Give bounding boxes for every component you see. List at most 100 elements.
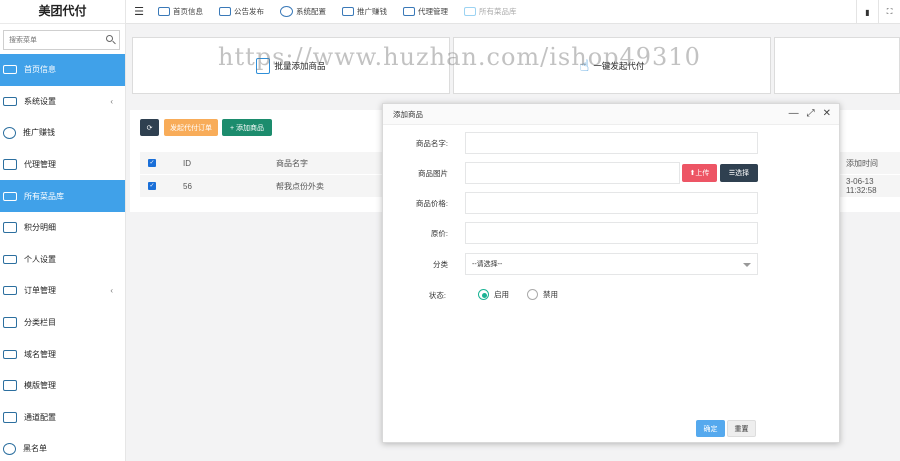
- blacklist-icon: [3, 442, 16, 455]
- batch-order-button[interactable]: 发起代付订单: [164, 119, 218, 136]
- image-label: 商品图片: [418, 169, 448, 178]
- upload-button[interactable]: ⬆上传: [682, 164, 717, 182]
- cell-id: 56: [183, 181, 192, 191]
- tab-label: 推广赚钱: [357, 7, 387, 16]
- cell-time: 3-06-13 11:32:58: [846, 177, 877, 195]
- tab-label: 所有菜品库: [479, 7, 517, 16]
- sidebar-item-label: 所有菜品库: [24, 191, 64, 201]
- status-disabled-label: 禁用: [543, 290, 558, 299]
- sidebar-item-label: 分类栏目: [24, 318, 56, 328]
- tab-label: 系统配置: [296, 7, 326, 16]
- sidebar-item-categories[interactable]: 分类栏目: [0, 307, 125, 339]
- tab-label: 公告发布: [234, 7, 264, 16]
- chevron-left-icon: ‹: [110, 286, 113, 296]
- close-icon[interactable]: ✕: [823, 108, 831, 120]
- database-icon: [3, 191, 17, 201]
- sidebar-item-points[interactable]: 积分明细: [0, 212, 125, 244]
- share-icon: [3, 126, 16, 139]
- trash-icon[interactable]: ▮: [856, 0, 878, 24]
- tab-home[interactable]: 首页信息: [152, 0, 213, 24]
- cell-name: 帮我点份外卖: [276, 181, 324, 191]
- sidebar-item-dish-library[interactable]: 所有菜品库: [0, 180, 125, 212]
- sidebar-item-templates[interactable]: 模版管理: [0, 370, 125, 402]
- profile-card-icon: [3, 254, 17, 264]
- sidebar-item-domains[interactable]: 域名管理: [0, 338, 125, 370]
- sidebar-item-profile[interactable]: 个人设置: [0, 244, 125, 276]
- sidebar-menu: 首页信息 系统设置 ‹ 推广赚钱 代理管理 所有菜品库 积分明细 个人设置 订单…: [0, 54, 125, 461]
- dialog-title: 添加商品: [393, 109, 423, 119]
- watermark-text: https://www.huzhan.com/ishop49310: [218, 43, 701, 71]
- sidebar-item-label: 个人设置: [24, 254, 56, 264]
- tab-announcement[interactable]: 公告发布: [213, 0, 274, 24]
- domain-icon: [3, 349, 17, 359]
- column-time[interactable]: 添加时间: [846, 158, 878, 169]
- sidebar-item-label: 积分明细: [24, 223, 56, 233]
- status-disabled-radio[interactable]: [527, 289, 538, 300]
- original-price-label: 原价:: [430, 229, 448, 238]
- price-label: 商品价格:: [415, 199, 448, 208]
- tab-promotion[interactable]: 推广赚钱: [336, 0, 397, 24]
- field-row-name: 商品名字:: [383, 132, 841, 154]
- sidebar-item-home[interactable]: 首页信息: [0, 54, 125, 86]
- confirm-button[interactable]: 确定: [696, 420, 725, 437]
- menu-search-input[interactable]: [4, 31, 119, 49]
- status-enabled-radio[interactable]: [478, 289, 489, 300]
- tab-label: 首页信息: [173, 7, 203, 16]
- column-id[interactable]: ID: [183, 159, 191, 168]
- reset-button[interactable]: 重置: [727, 420, 756, 437]
- sidebar-item-label: 推广赚钱: [23, 128, 55, 138]
- sidebar-item-label: 代理管理: [24, 160, 56, 170]
- tab-system-config[interactable]: 系统配置: [274, 0, 336, 24]
- dialog-header: 添加商品 — ⤢ ✕: [383, 104, 839, 125]
- sidebar-item-label: 黑名单: [23, 444, 47, 454]
- chevron-left-icon: ‹: [110, 96, 113, 106]
- name-label: 商品名字:: [415, 139, 448, 148]
- settings-panel-icon: [3, 96, 17, 106]
- extra-card[interactable]: [774, 37, 900, 94]
- sidebar-item-agents[interactable]: 代理管理: [0, 149, 125, 181]
- sidebar-item-label: 模版管理: [24, 381, 56, 391]
- brand-title: 美团代付: [0, 0, 125, 24]
- search-icon[interactable]: [106, 35, 113, 42]
- sidebar-item-label: 订单管理: [24, 286, 56, 296]
- template-icon: [3, 380, 17, 392]
- sidebar-item-channels[interactable]: 通道配置: [0, 402, 125, 434]
- original-price-input[interactable]: [465, 222, 758, 244]
- status-enabled-label: 启用: [494, 290, 509, 299]
- chevron-down-icon: [743, 263, 751, 267]
- sort-icon: [3, 317, 17, 329]
- category-label: 分类: [433, 260, 448, 269]
- add-goods-button[interactable]: + 添加商品: [222, 119, 272, 136]
- field-row-price: 商品价格:: [383, 192, 841, 214]
- column-name[interactable]: 商品名字: [276, 158, 308, 169]
- field-row-original-price: 原价:: [383, 222, 841, 244]
- refresh-button[interactable]: ⟳: [140, 119, 159, 136]
- monitor-icon: [3, 65, 17, 75]
- category-selected-value: --请选择--: [472, 261, 503, 268]
- menu-search: [3, 30, 120, 50]
- tab-dish-library[interactable]: 所有菜品库: [458, 0, 527, 24]
- sidebar-item-system-settings[interactable]: 系统设置 ‹: [0, 86, 125, 118]
- megaphone-icon: [219, 7, 231, 16]
- price-input[interactable]: [465, 192, 758, 214]
- fullscreen-icon[interactable]: ⛶: [878, 0, 900, 24]
- row-checkbox[interactable]: ✓: [148, 182, 156, 190]
- sidebar-item-orders[interactable]: 订单管理 ‹: [0, 275, 125, 307]
- select-all-checkbox[interactable]: ✓: [148, 159, 156, 167]
- sidebar-item-label: 系统设置: [24, 96, 56, 106]
- maximize-icon[interactable]: ⤢: [807, 108, 815, 120]
- name-input[interactable]: [465, 132, 758, 154]
- tab-agents[interactable]: 代理管理: [397, 0, 458, 24]
- choose-button[interactable]: ☰选择: [720, 164, 758, 182]
- image-input[interactable]: [465, 162, 680, 184]
- dialog-controls: — ⤢ ✕: [789, 108, 831, 120]
- status-radio-group: 启用 禁用: [478, 289, 576, 300]
- sidebar-item-label: 通道配置: [24, 412, 56, 422]
- status-label: 状态:: [428, 291, 446, 300]
- sidebar-item-promotion[interactable]: 推广赚钱: [0, 117, 125, 149]
- category-select[interactable]: --请选择--: [465, 253, 758, 275]
- order-icon: [3, 286, 17, 296]
- sidebar-item-blacklist[interactable]: 黑名单: [0, 433, 125, 461]
- minimize-icon[interactable]: —: [789, 108, 799, 120]
- menu-toggle-icon[interactable]: ☰: [126, 5, 152, 18]
